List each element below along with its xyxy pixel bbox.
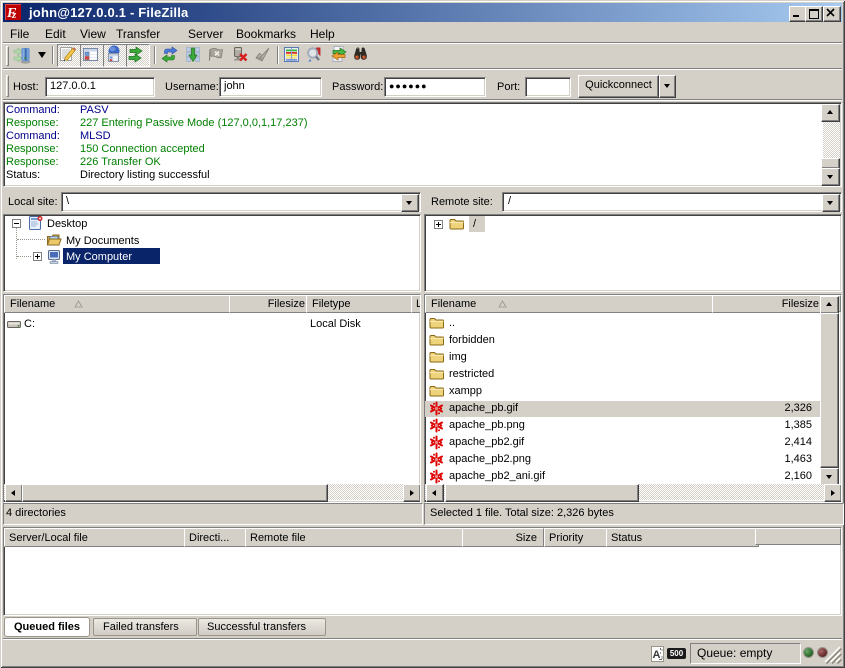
svg-text:z: z xyxy=(11,9,17,20)
